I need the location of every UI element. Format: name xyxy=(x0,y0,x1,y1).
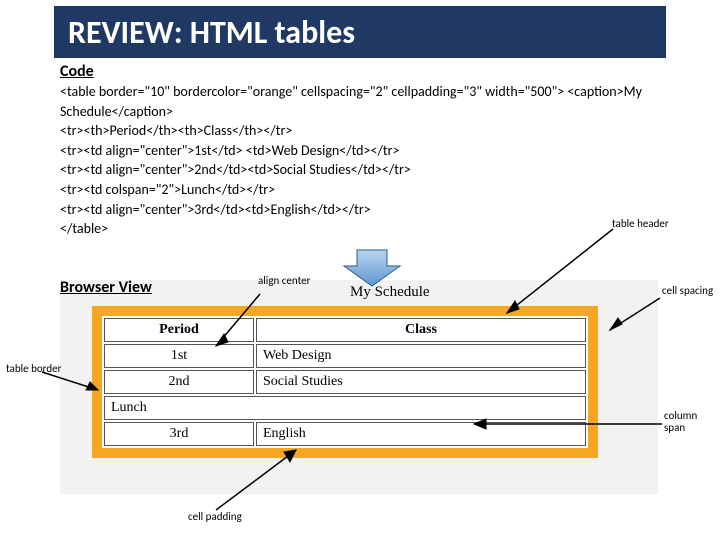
arrow-table-border xyxy=(40,366,110,396)
th-class: Class xyxy=(256,318,586,342)
slide-title-band: REVIEW: HTML tables xyxy=(54,6,666,58)
demo-table: Period Class 1st Web Design 2nd Social S… xyxy=(92,306,598,458)
label-align-center: align center xyxy=(258,275,310,287)
table-header-row: Period Class xyxy=(104,318,586,342)
table-row: 1st Web Design xyxy=(104,344,586,368)
slide-title: REVIEW: HTML tables xyxy=(68,13,355,52)
arrow-table-header xyxy=(497,227,617,317)
code-heading: Code xyxy=(60,62,94,81)
down-arrow-icon xyxy=(342,248,402,288)
td-period: 2nd xyxy=(104,370,254,394)
arrow-cell-spacing xyxy=(604,294,664,334)
td-period: 3rd xyxy=(104,422,254,446)
label-column-span: column span xyxy=(664,410,720,434)
td-class: Social Studies xyxy=(256,370,586,394)
arrow-align-center xyxy=(210,292,270,352)
td-class: Web Design xyxy=(256,344,586,368)
arrow-cell-padding xyxy=(214,444,304,514)
label-table-header: table header xyxy=(612,218,669,230)
code-block: <table border="10" bordercolor="orange" … xyxy=(60,82,650,239)
table-row: 2nd Social Studies xyxy=(104,370,586,394)
browser-view-heading: Browser View xyxy=(60,278,152,297)
arrow-column-span xyxy=(466,416,666,434)
label-cell-spacing: cell spacing xyxy=(662,285,713,297)
